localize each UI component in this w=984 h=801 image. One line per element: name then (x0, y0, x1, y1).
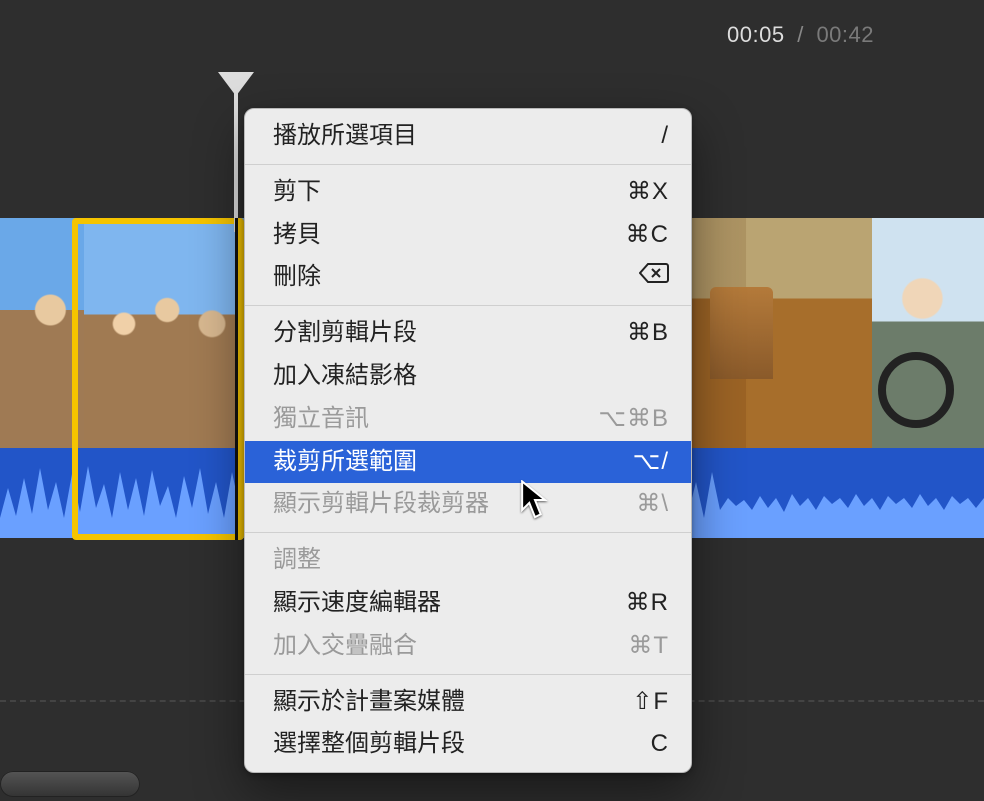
menu-item[interactable]: 分割剪輯片段 ⌘B (245, 312, 691, 355)
menu-separator (245, 532, 691, 533)
menu-item[interactable]: 裁剪所選範圍 ⌥/ (245, 441, 691, 484)
menu-item: 顯示剪輯片段裁剪器 ⌘\ (245, 483, 691, 526)
menu-item: 調整 (245, 539, 691, 582)
clip-thumbnail[interactable] (84, 218, 244, 448)
menu-item-label: 顯示於計畫案媒體 (273, 685, 465, 720)
menu-item-shortcut (629, 260, 669, 295)
menu-item-shortcut: ⌘X (627, 175, 669, 210)
menu-item-shortcut: ⌥/ (633, 445, 669, 480)
menu-separator (245, 164, 691, 165)
menu-item[interactable]: 刪除 (245, 256, 691, 299)
menu-item-shortcut: C (651, 727, 669, 762)
time-separator: / (797, 22, 804, 47)
menu-separator (245, 305, 691, 306)
clip-thumbnail[interactable] (0, 218, 84, 448)
total-time: 00:42 (816, 22, 874, 47)
menu-item-shortcut: ⌘T (628, 629, 669, 664)
menu-item-shortcut: ⌘\ (636, 487, 669, 522)
playhead-stem (234, 72, 238, 232)
menu-item-shortcut: ⌥⌘B (598, 402, 669, 437)
menu-item-shortcut: ⇧F (632, 685, 669, 720)
menu-item[interactable]: 拷貝 ⌘C (245, 214, 691, 257)
menu-item[interactable]: 剪下 ⌘X (245, 171, 691, 214)
menu-item-label: 顯示剪輯片段裁剪器 (273, 487, 489, 522)
menu-item[interactable]: 顯示速度編輯器 ⌘R (245, 582, 691, 625)
menu-item-label: 裁剪所選範圍 (273, 445, 417, 480)
menu-separator (245, 674, 691, 675)
current-time: 00:05 (727, 22, 785, 47)
menu-item-label: 選擇整個剪輯片段 (273, 727, 465, 762)
menu-item-label: 顯示速度編輯器 (273, 586, 441, 621)
menu-item-shortcut: / (661, 119, 669, 154)
menu-item: 獨立音訊 ⌥⌘B (245, 398, 691, 441)
menu-item-label: 拷貝 (273, 218, 321, 253)
menu-item-label: 加入凍結影格 (273, 359, 417, 394)
menu-item-label: 播放所選項目 (273, 119, 417, 154)
menu-item-label: 加入交疊融合 (273, 629, 417, 664)
context-menu[interactable]: 播放所選項目 / 剪下 ⌘X 拷貝 ⌘C 刪除分割剪輯片段 ⌘B 加入凍結影格獨立音訊 ⌥⌘B 裁剪… (244, 108, 692, 773)
clip-thumbnail[interactable] (692, 218, 872, 448)
menu-item-shortcut: ⌘C (626, 218, 669, 253)
menu-item-shortcut: ⌘R (626, 586, 669, 621)
menu-item-label: 刪除 (273, 260, 321, 295)
horizontal-scrollbar[interactable] (0, 771, 140, 797)
clip-thumbnail[interactable] (872, 218, 984, 448)
menu-item-shortcut: ⌘B (627, 316, 669, 351)
time-display: 00:05 / 00:42 (727, 22, 874, 48)
menu-item[interactable]: 選擇整個剪輯片段 C (245, 723, 691, 766)
menu-item-label: 調整 (273, 543, 321, 578)
menu-item[interactable]: 顯示於計畫案媒體 ⇧F (245, 681, 691, 724)
menu-item[interactable]: 播放所選項目 / (245, 115, 691, 158)
playhead-line (235, 218, 238, 540)
menu-item-label: 分割剪輯片段 (273, 316, 417, 351)
menu-item-label: 剪下 (273, 175, 321, 210)
menu-item: 加入交疊融合 ⌘T (245, 625, 691, 668)
menu-item-label: 獨立音訊 (273, 402, 369, 437)
menu-item[interactable]: 加入凍結影格 (245, 355, 691, 398)
backspace-icon (629, 262, 669, 284)
